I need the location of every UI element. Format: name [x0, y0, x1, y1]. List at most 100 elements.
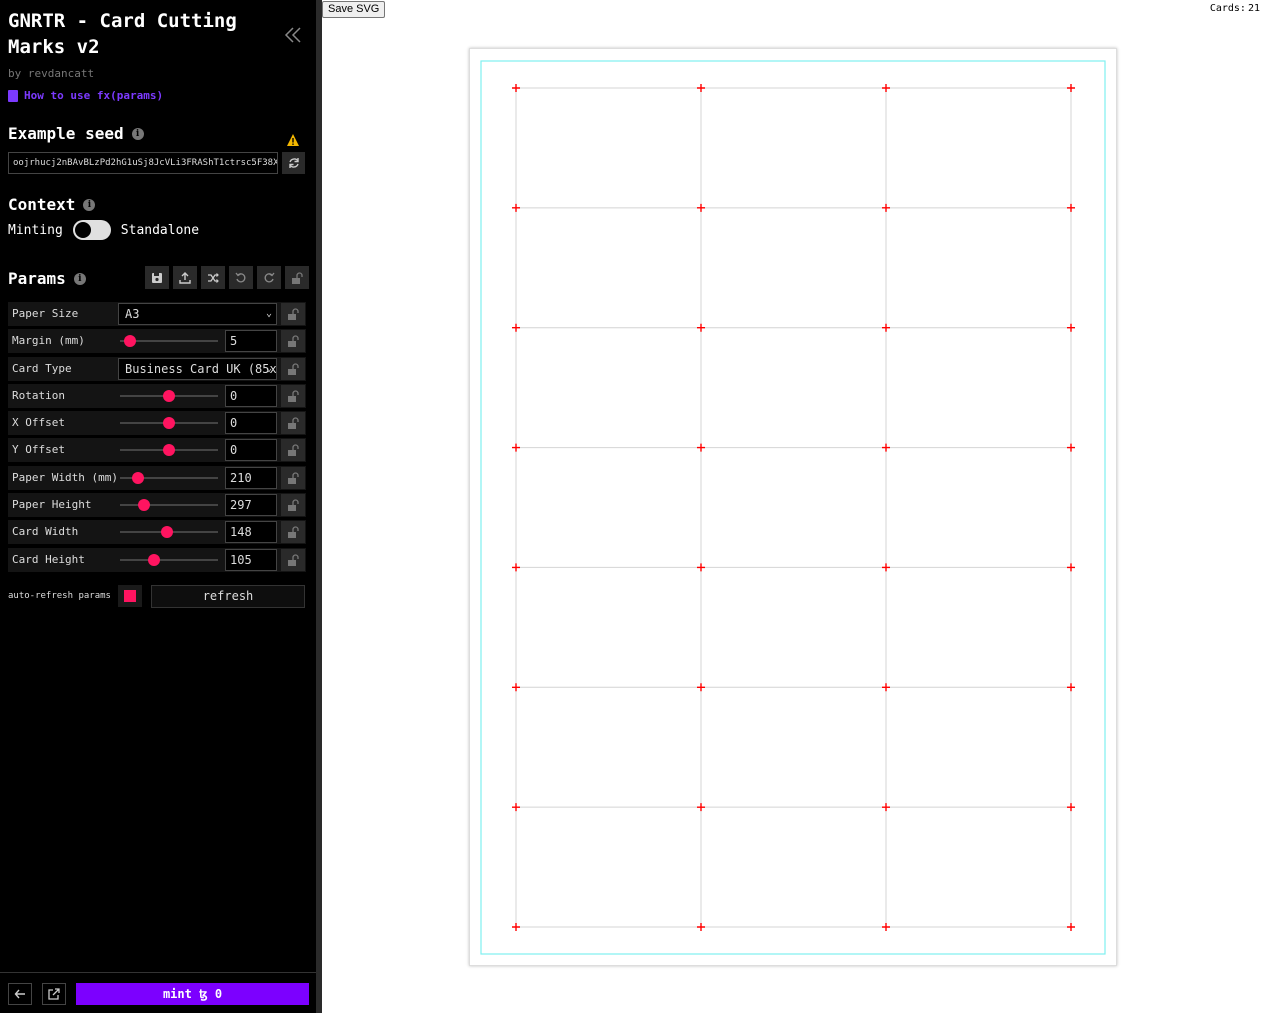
redo-icon[interactable] [257, 266, 281, 289]
cut-mark [882, 203, 890, 212]
param-label: Paper Size [12, 307, 79, 320]
param-label: Paper Width (mm) [12, 470, 118, 484]
param-row: Rotation 0 [8, 383, 306, 408]
lock-icon[interactable] [281, 521, 305, 544]
cut-mark [882, 923, 890, 931]
param-row: Paper Width (mm) 210 [8, 465, 306, 490]
cut-mark [512, 203, 520, 212]
param-slider[interactable] [120, 520, 218, 544]
cut-mark [512, 803, 520, 812]
info-icon[interactable]: i [131, 127, 144, 140]
param-slider[interactable] [120, 548, 218, 572]
lock-icon[interactable] [281, 384, 305, 407]
cut-mark [1067, 443, 1075, 452]
lock-icon[interactable] [281, 494, 305, 517]
slider-thumb[interactable] [137, 499, 150, 512]
cut-mark [1067, 803, 1075, 812]
lock-icon[interactable] [281, 548, 305, 571]
param-slider[interactable] [120, 466, 218, 490]
lock-icon[interactable] [281, 466, 305, 489]
cards-counter: Cards: 21 [1208, 3, 1260, 14]
param-number-input[interactable]: 210 [225, 466, 277, 489]
how-to-link-label: How to use fx(params) [24, 89, 164, 102]
param-slider[interactable] [120, 493, 218, 517]
cut-mark [512, 683, 520, 692]
auto-refresh-label: auto-refresh params [8, 591, 111, 601]
undo-icon[interactable] [229, 266, 253, 289]
chevron-down-icon: ⌄ [265, 308, 272, 319]
param-row: Margin (mm) 5 [8, 329, 306, 354]
param-slider[interactable] [120, 384, 218, 408]
save-svg-button[interactable]: Save SVG [322, 1, 386, 18]
param-slider[interactable] [120, 411, 218, 435]
refresh-button[interactable]: refresh [151, 585, 305, 608]
context-standalone-label: Standalone [120, 222, 200, 238]
lock-icon[interactable] [281, 439, 305, 462]
arrow-left-icon[interactable] [8, 983, 32, 1005]
slider-thumb[interactable] [148, 553, 161, 566]
slider-thumb[interactable] [161, 526, 174, 539]
info-icon[interactable]: i [73, 272, 86, 285]
params-list: Paper Size A3 ⌄ Margin (mm) 5 Card Type Busine… [8, 302, 306, 575]
param-number-input[interactable]: 0 [225, 412, 277, 435]
lock-icon[interactable] [281, 357, 305, 380]
param-slider[interactable] [120, 329, 218, 353]
lock-icon[interactable] [281, 303, 305, 325]
how-to-link[interactable]: How to use fx(params) [8, 89, 163, 102]
cut-mark [1067, 323, 1075, 332]
save-icon[interactable] [145, 266, 169, 289]
slider-track [120, 504, 218, 507]
lock-icon[interactable] [281, 412, 305, 435]
cut-mark [1067, 563, 1075, 572]
auto-refresh-checkbox[interactable] [117, 585, 142, 607]
cards-value: 21 [1247, 3, 1260, 14]
external-link-icon[interactable] [42, 983, 66, 1005]
regenerate-seed-icon[interactable] [282, 152, 305, 174]
info-icon[interactable]: i [83, 198, 96, 211]
cut-mark [697, 84, 705, 92]
param-number-input[interactable]: 0 [225, 439, 277, 462]
warning-icon[interactable] [286, 132, 300, 146]
lock-icon[interactable] [281, 330, 305, 353]
margin-guide [480, 60, 1106, 955]
sidebar: GNRTR - Card Cutting Marks v2 by revdanc… [0, 0, 316, 1013]
lock-all-icon[interactable] [285, 266, 309, 289]
params-toolbar [145, 266, 309, 289]
param-row: Card Height 105 [8, 547, 306, 572]
sidebar-resize-handle[interactable] [316, 0, 322, 1013]
param-row: X Offset 0 [8, 411, 306, 436]
shuffle-icon[interactable] [201, 266, 225, 289]
context-toggle[interactable] [72, 220, 111, 240]
slider-thumb[interactable] [123, 335, 136, 348]
params-label: Params [8, 269, 66, 288]
cut-mark [882, 803, 890, 812]
param-number-input[interactable]: 5 [225, 330, 277, 353]
collapse-sidebar-icon[interactable] [282, 24, 304, 46]
seed-label: Example seed [8, 124, 124, 143]
toggle-knob [74, 222, 91, 238]
param-number-input[interactable]: 0 [225, 384, 277, 407]
mint-button[interactable]: mint ꜩ 0 [76, 983, 309, 1005]
param-label: Y Offset [12, 443, 65, 457]
cut-mark [512, 923, 520, 931]
app-title: GNRTR - Card Cutting Marks v2 [8, 10, 237, 58]
param-number-input[interactable]: 297 [225, 494, 277, 517]
context-label: Context [8, 195, 76, 214]
cut-mark [697, 563, 705, 572]
upload-icon[interactable] [173, 266, 197, 289]
param-select[interactable]: Business Card UK (85x55)⌄ [118, 357, 277, 380]
param-number-input[interactable]: 148 [225, 521, 277, 544]
slider-thumb[interactable] [131, 471, 144, 484]
slider-thumb[interactable] [163, 417, 175, 430]
cut-mark [1067, 203, 1075, 212]
seed-input[interactable]: oojrhucj2nBAvBLzPd2hG1uSj8JcVLi3FRAShT1c… [8, 152, 278, 174]
param-slider[interactable] [120, 438, 218, 462]
slider-thumb[interactable] [163, 389, 175, 402]
cut-mark [512, 443, 520, 452]
slider-thumb[interactable] [163, 444, 175, 457]
param-select[interactable]: A3 ⌄ [118, 303, 277, 325]
paper-preview [469, 48, 1117, 966]
param-number-input[interactable]: 105 [225, 548, 277, 571]
book-icon [8, 89, 18, 102]
param-row: Y Offset 0 [8, 438, 306, 463]
